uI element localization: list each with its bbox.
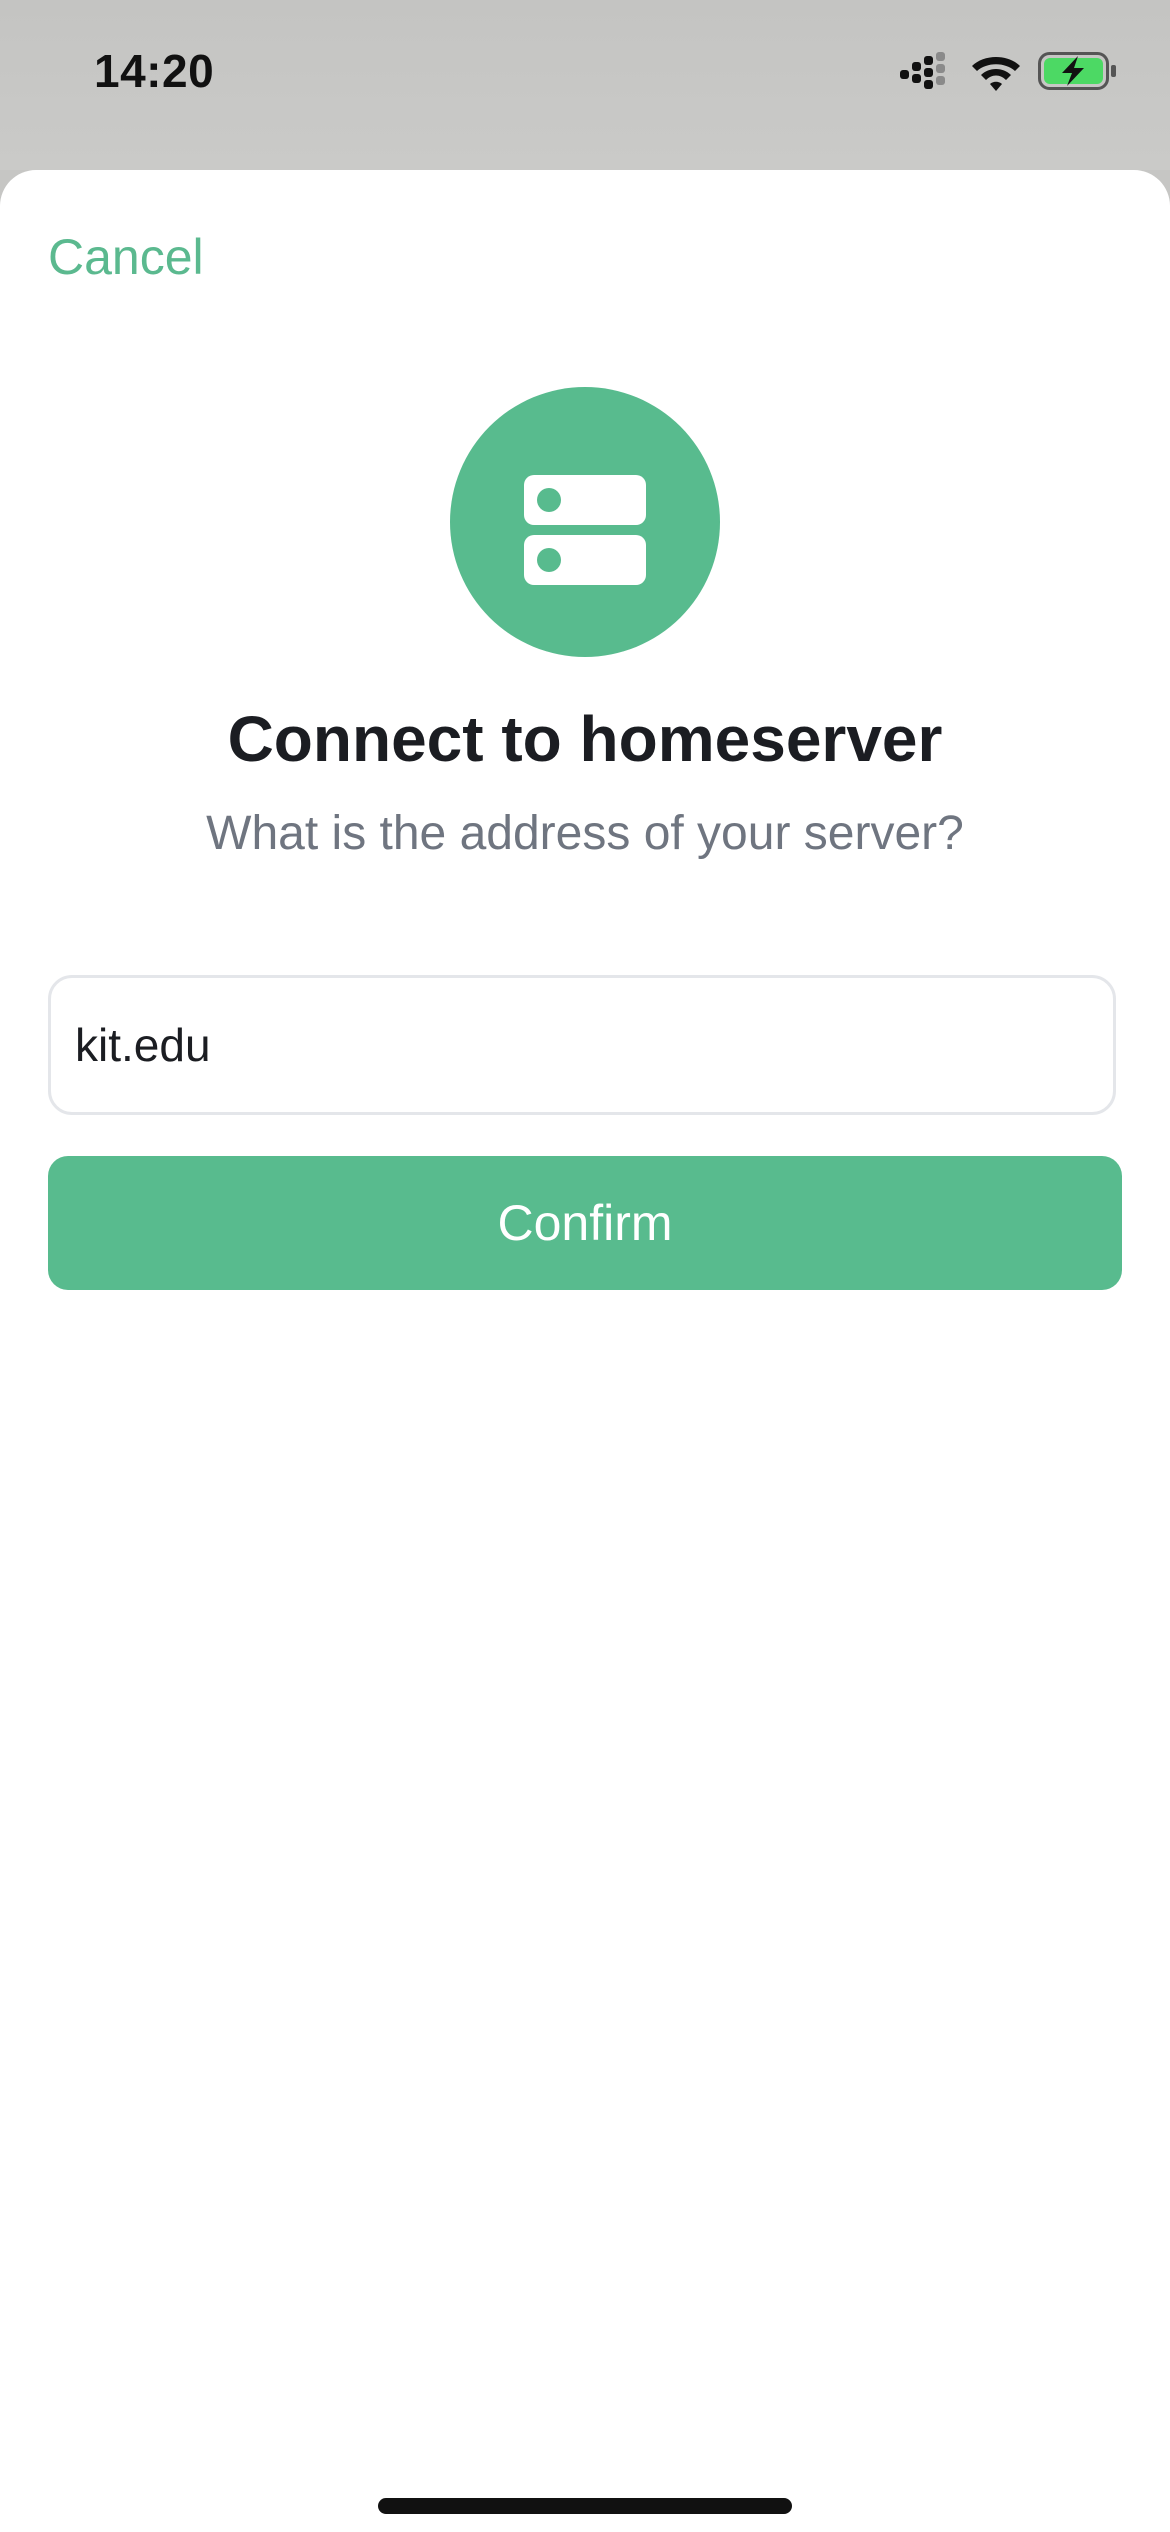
server-icon xyxy=(524,475,646,585)
confirm-button[interactable]: Confirm xyxy=(48,1156,1122,1290)
wifi-icon xyxy=(972,57,1020,91)
server-address-input[interactable] xyxy=(48,975,1116,1115)
cancel-button[interactable]: Cancel xyxy=(48,228,204,286)
page-title: Connect to homeserver xyxy=(227,703,943,775)
cellular-signal-icon xyxy=(900,52,945,89)
battery-charging-icon xyxy=(1038,52,1116,90)
server-badge xyxy=(450,387,720,657)
status-icons xyxy=(900,48,1118,98)
status-bar: 14:20 xyxy=(0,0,1170,170)
status-icons-graphic xyxy=(900,52,1116,91)
home-indicator xyxy=(378,2498,792,2514)
page-subtitle: What is the address of your server? xyxy=(206,807,964,860)
status-time: 14:20 xyxy=(94,45,215,97)
connect-sheet: Cancel Connect to homeserver What is the… xyxy=(0,170,1170,2532)
